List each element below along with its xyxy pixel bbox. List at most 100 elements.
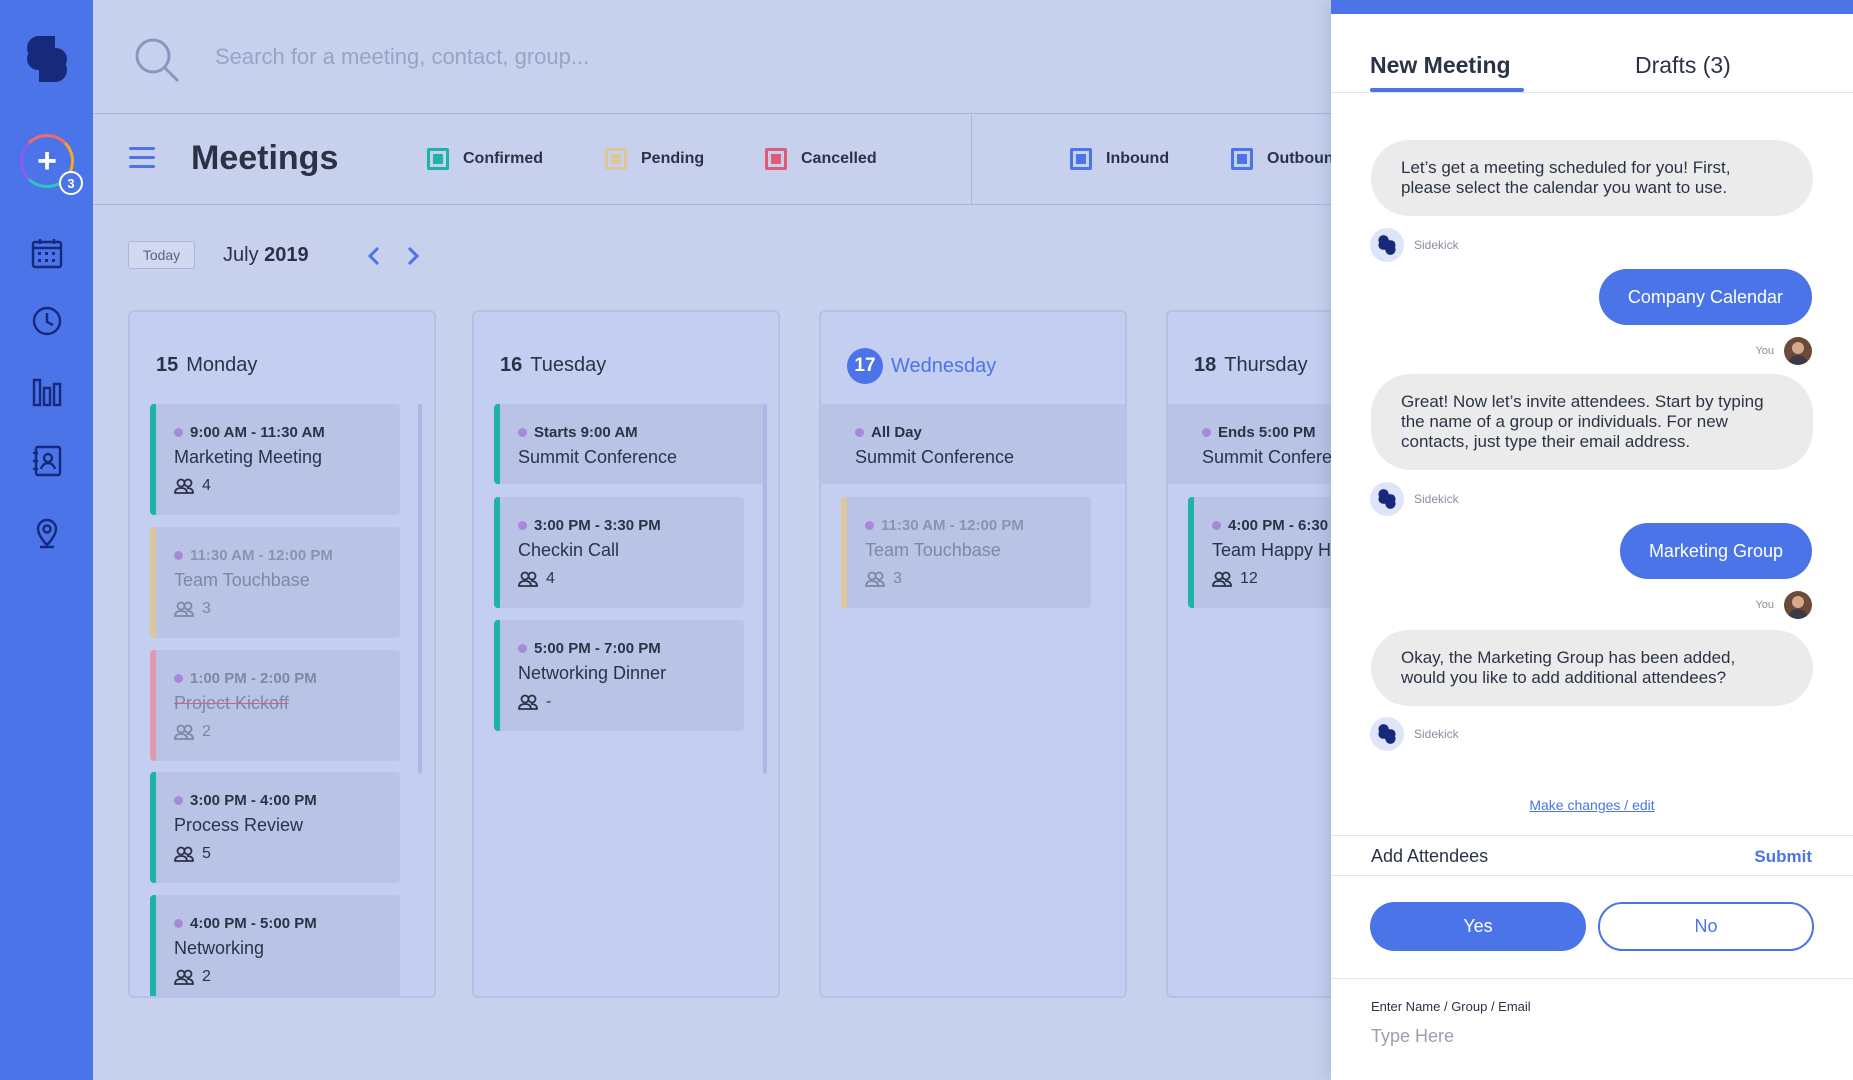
people-icon: [174, 601, 194, 617]
active-tab-indicator: [1370, 88, 1524, 92]
column-scrollbar[interactable]: [763, 404, 767, 774]
legend-label: Confirmed: [463, 150, 543, 167]
bot-message: Okay, the Marketing Group has been added…: [1371, 630, 1813, 706]
event-time: 3:00 PM - 4:00 PM: [174, 792, 400, 809]
event-attendees: 4: [174, 477, 400, 495]
day-column-tuesday: 16 Tuesday Starts 9:00 AM Summit Confere…: [472, 310, 780, 998]
event-attendees: 5: [174, 845, 400, 863]
outbound-swatch: [1231, 148, 1253, 170]
yes-button[interactable]: Yes: [1370, 902, 1586, 951]
legend-label: Cancelled: [801, 150, 877, 167]
location-pin-icon[interactable]: [30, 515, 64, 549]
sidekick-avatar-icon: [1370, 228, 1404, 262]
attendee-count: 2: [202, 968, 211, 985]
sidekick-avatar-icon: [1370, 717, 1404, 751]
event-time: 9:00 AM - 11:30 AM: [174, 424, 400, 441]
calendar-icon[interactable]: [30, 236, 64, 270]
message-sender: Sidekick: [1370, 228, 1459, 262]
event-name: Summit Conference: [855, 447, 1015, 467]
day-column-wednesday: 17 Wednesday All Day Summit Conference 1…: [819, 310, 1127, 998]
panel-tabs: New Meeting Drafts (3): [1331, 14, 1853, 93]
legend-outbound[interactable]: Outbound: [1231, 148, 1343, 170]
event-time: Starts 9:00 AM: [518, 424, 764, 441]
event-attendees: -: [518, 693, 744, 711]
add-attendees-label: Add Attendees: [1371, 846, 1489, 866]
day-header: 17 Wednesday: [847, 348, 996, 384]
today-button[interactable]: Today: [128, 241, 195, 269]
event-time: 1:00 PM - 2:00 PM: [174, 670, 400, 687]
confirmed-swatch: [427, 148, 449, 170]
no-button[interactable]: No: [1598, 902, 1814, 951]
day-name: Tuesday: [530, 354, 607, 376]
attendee-count: 5: [202, 845, 211, 862]
event-name: Checkin Call: [518, 540, 620, 560]
divider: [1331, 978, 1853, 979]
attendee-count: 4: [202, 477, 211, 494]
event-card[interactable]: 3:00 PM - 3:30 PM Checkin Call 4: [494, 497, 744, 608]
event-attendees: 4: [518, 570, 744, 588]
event-card[interactable]: 3:00 PM - 4:00 PM Process Review 5: [150, 772, 400, 883]
add-attendees-bar: Add Attendees Submit: [1331, 835, 1853, 876]
people-icon: [518, 694, 538, 710]
day-header: 15 Monday: [156, 354, 257, 377]
meetings-header: Meetings Confirmed Pending Cancelled Inb…: [93, 115, 1343, 205]
attendee-input[interactable]: [1371, 1026, 1811, 1047]
attendee-input-label: Enter Name / Group / Email: [1371, 999, 1531, 1014]
user-message: Marketing Group: [1619, 523, 1812, 579]
people-icon: [174, 724, 194, 740]
app-logo-icon[interactable]: [26, 36, 68, 82]
search-input[interactable]: Search for a meeting, contact, group...: [215, 44, 589, 70]
day-header: 18 Thursday: [1194, 354, 1308, 377]
user-message: Company Calendar: [1598, 269, 1812, 325]
legend-label: Inbound: [1106, 150, 1170, 167]
new-meeting-button[interactable]: + 3: [20, 134, 83, 195]
people-icon: [865, 571, 885, 587]
chevron-left-icon[interactable]: [364, 245, 384, 267]
event-attendees: 3: [174, 600, 400, 618]
day-number: 16: [500, 354, 523, 376]
people-icon: [1212, 571, 1232, 587]
event-time: 4:00 PM - 5:00 PM: [174, 915, 400, 932]
people-icon: [174, 846, 194, 862]
legend-confirmed[interactable]: Confirmed: [427, 148, 543, 170]
search-bar: Search for a meeting, contact, group...: [93, 0, 1331, 114]
bar-chart-icon[interactable]: [30, 374, 64, 408]
legend-inbound[interactable]: Inbound: [1070, 148, 1169, 170]
legend-pending[interactable]: Pending: [605, 148, 704, 170]
year: 2019: [264, 244, 309, 266]
sidekick-avatar-icon: [1370, 482, 1404, 516]
month-label: July 2019: [223, 244, 309, 267]
panel-top-bar: [1331, 0, 1853, 14]
event-card[interactable]: 11:30 AM - 12:00 PM Team Touchbase 3: [150, 527, 400, 638]
sender-name: Sidekick: [1414, 238, 1459, 252]
message-sender: Sidekick: [1370, 482, 1459, 516]
legend-label: Pending: [641, 150, 705, 167]
column-scrollbar[interactable]: [418, 404, 422, 774]
event-attendees: 3: [865, 570, 1091, 588]
submit-button[interactable]: Submit: [1754, 847, 1812, 867]
left-rail: + 3: [0, 0, 93, 1080]
clock-icon[interactable]: [30, 304, 64, 338]
event-name: Team Touchbase: [174, 570, 310, 590]
event-card[interactable]: Starts 9:00 AM Summit Conference: [494, 404, 764, 484]
bot-message: Let’s get a meeting scheduled for you! F…: [1371, 140, 1813, 216]
contacts-icon[interactable]: [30, 444, 64, 478]
sender-name: You: [1755, 345, 1774, 357]
menu-icon[interactable]: [129, 147, 155, 169]
event-time: 11:30 AM - 12:00 PM: [174, 547, 400, 564]
tab-new-meeting[interactable]: New Meeting: [1370, 52, 1511, 79]
legend-cancelled[interactable]: Cancelled: [765, 148, 877, 170]
attendee-count: 4: [546, 570, 555, 587]
event-card[interactable]: 4:00 PM - 5:00 PM Networking 2: [150, 895, 400, 996]
event-card[interactable]: 5:00 PM - 7:00 PM Networking Dinner -: [494, 620, 744, 731]
event-card[interactable]: 11:30 AM - 12:00 PM Team Touchbase 3: [841, 497, 1091, 608]
event-card[interactable]: All Day Summit Conference: [821, 404, 1125, 484]
tab-drafts[interactable]: Drafts (3): [1635, 52, 1731, 79]
chevron-right-icon[interactable]: [403, 245, 423, 267]
event-card[interactable]: 9:00 AM - 11:30 AM Marketing Meeting 4: [150, 404, 400, 515]
drafts-count-badge: 3: [59, 171, 83, 195]
new-meeting-panel: New Meeting Drafts (3) Let’s get a meeti…: [1331, 0, 1853, 1080]
make-changes-link[interactable]: Make changes / edit: [1331, 797, 1853, 813]
attendee-count: 3: [893, 570, 902, 587]
event-card[interactable]: 1:00 PM - 2:00 PM Project Kickoff 2: [150, 650, 400, 761]
